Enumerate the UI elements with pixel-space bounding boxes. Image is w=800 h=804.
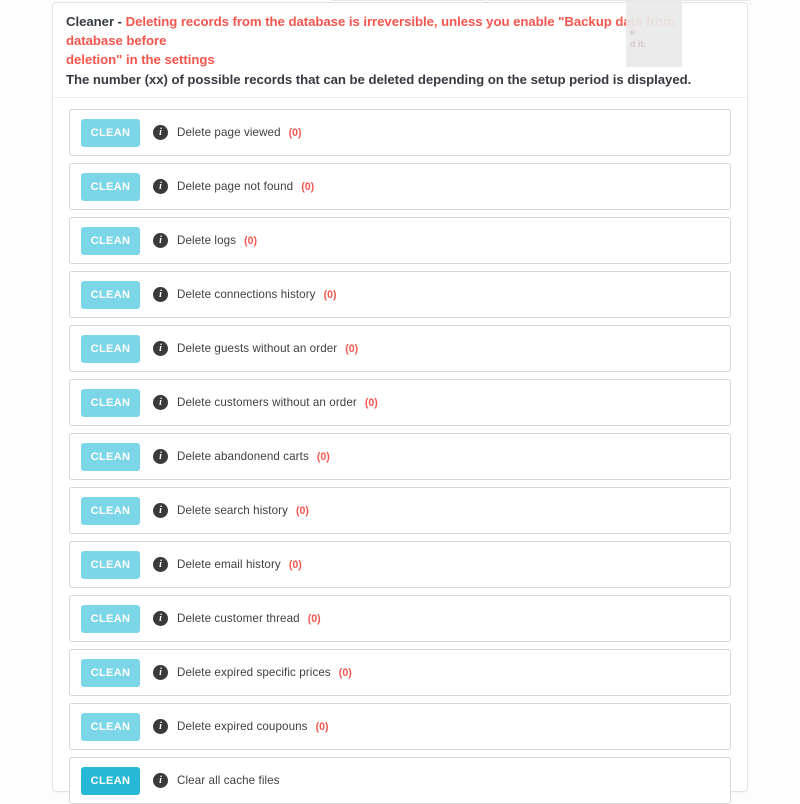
cleaner-row: CLEAN i Delete abandonend carts (0)	[69, 433, 731, 480]
info-icon[interactable]: i	[153, 395, 168, 410]
cleaner-row: CLEAN i Delete guests without an order (0)	[69, 325, 731, 372]
info-icon[interactable]: i	[153, 287, 168, 302]
cleaner-row-label: Delete email history	[177, 558, 281, 571]
cleaner-rows-list: CLEAN i Delete page viewed (0) CLEAN i Delete …	[53, 98, 747, 804]
cleaner-row-label: Delete customer thread	[177, 612, 300, 625]
cleaner-row-label: Delete expired coupouns	[177, 720, 308, 733]
cleaner-row-label: Delete guests without an order	[177, 342, 338, 355]
cleaner-row-label: Delete search history	[177, 504, 289, 517]
clean-button[interactable]: CLEAN	[81, 334, 140, 363]
cleaner-row-count: (0)	[301, 180, 315, 193]
info-icon[interactable]: i	[153, 719, 168, 734]
cleaner-row: CLEAN i Delete expired specific prices (0)	[69, 649, 731, 696]
cleaner-row-count: (0)	[338, 666, 352, 679]
info-icon[interactable]: i	[153, 557, 168, 572]
cleaner-row-count: (0)	[288, 558, 302, 571]
cleaner-row-label: Delete customers without an order	[177, 396, 357, 409]
clean-button[interactable]: CLEAN	[81, 550, 140, 579]
info-icon[interactable]: i	[153, 125, 168, 140]
clean-button[interactable]: CLEAN	[81, 712, 140, 741]
clean-button[interactable]: CLEAN	[81, 388, 140, 417]
cleaner-row-count: (0)	[288, 126, 302, 139]
cleaner-row: CLEAN i Delete customers without an order (…	[69, 379, 731, 426]
cleaner-row: CLEAN i Delete page viewed (0)	[69, 109, 731, 156]
panel-subtitle: The number (xx) of possible records that…	[66, 72, 692, 87]
cleaner-row-count: (0)	[307, 612, 321, 625]
info-icon[interactable]: i	[153, 341, 168, 356]
cleaner-row: CLEAN i Delete search history (0)	[69, 487, 731, 534]
cleaner-row-count: (0)	[244, 234, 258, 247]
page-title: Cleaner -	[66, 14, 126, 29]
clean-button[interactable]: CLEAN	[81, 226, 140, 255]
cleaner-row-label: Delete page viewed	[177, 126, 281, 139]
cleaner-row-count: (0)	[364, 396, 378, 409]
info-icon[interactable]: i	[153, 503, 168, 518]
cleaner-row: CLEAN i Delete logs (0)	[69, 217, 731, 264]
cleaner-row-label: Clear all cache files	[177, 774, 280, 787]
info-icon[interactable]: i	[153, 665, 168, 680]
info-icon[interactable]: i	[153, 773, 168, 788]
warning-text-line1: Deleting records from the database is ir…	[66, 14, 675, 48]
cleaner-row-count: (0)	[345, 342, 359, 355]
cleaner-row: CLEAN i Delete page not found (0)	[69, 163, 731, 210]
clean-button[interactable]: CLEAN	[81, 658, 140, 687]
info-icon[interactable]: i	[153, 233, 168, 248]
clean-button[interactable]: CLEAN	[81, 280, 140, 309]
cleaner-row: CLEAN i Delete customer thread (0)	[69, 595, 731, 642]
cleaner-row-label: Delete logs	[177, 234, 237, 247]
panel-header: Cleaner - Deleting records from the data…	[53, 1, 747, 98]
cleaner-row-label: Delete expired specific prices	[177, 666, 331, 679]
clean-button[interactable]: CLEAN	[81, 604, 140, 633]
cleaner-row: CLEAN i Delete email history (0)	[69, 541, 731, 588]
info-icon[interactable]: i	[153, 449, 168, 464]
clean-button[interactable]: CLEAN	[81, 766, 140, 795]
warning-text-line2: deletion" in the settings	[66, 52, 215, 67]
panel-title-line: Cleaner - Deleting records from the data…	[66, 12, 733, 50]
info-icon[interactable]: i	[153, 179, 168, 194]
cleaner-panel: Cleaner - Deleting records from the data…	[52, 1, 748, 804]
clean-button[interactable]: CLEAN	[81, 118, 140, 147]
cleaner-row-label: Delete connections history	[177, 288, 316, 301]
cleaner-row-count: (0)	[316, 450, 330, 463]
clean-button[interactable]: CLEAN	[81, 496, 140, 525]
cleaner-row: CLEAN i Delete connections history (0)	[69, 271, 731, 318]
clean-button[interactable]: CLEAN	[81, 172, 140, 201]
cleaner-row-label: Delete page not found	[177, 180, 294, 193]
cleaner-row: CLEAN i Delete expired coupouns (0)	[69, 703, 731, 750]
info-icon[interactable]: i	[153, 611, 168, 626]
cleaner-row-count: (0)	[315, 720, 329, 733]
cleaner-row-label: Delete abandonend carts	[177, 450, 309, 463]
cleaner-row: CLEAN i Clear all cache files	[69, 757, 731, 804]
cleaner-row-count: (0)	[323, 288, 337, 301]
cleaner-row-count: (0)	[296, 504, 309, 517]
clean-button[interactable]: CLEAN	[81, 442, 140, 471]
